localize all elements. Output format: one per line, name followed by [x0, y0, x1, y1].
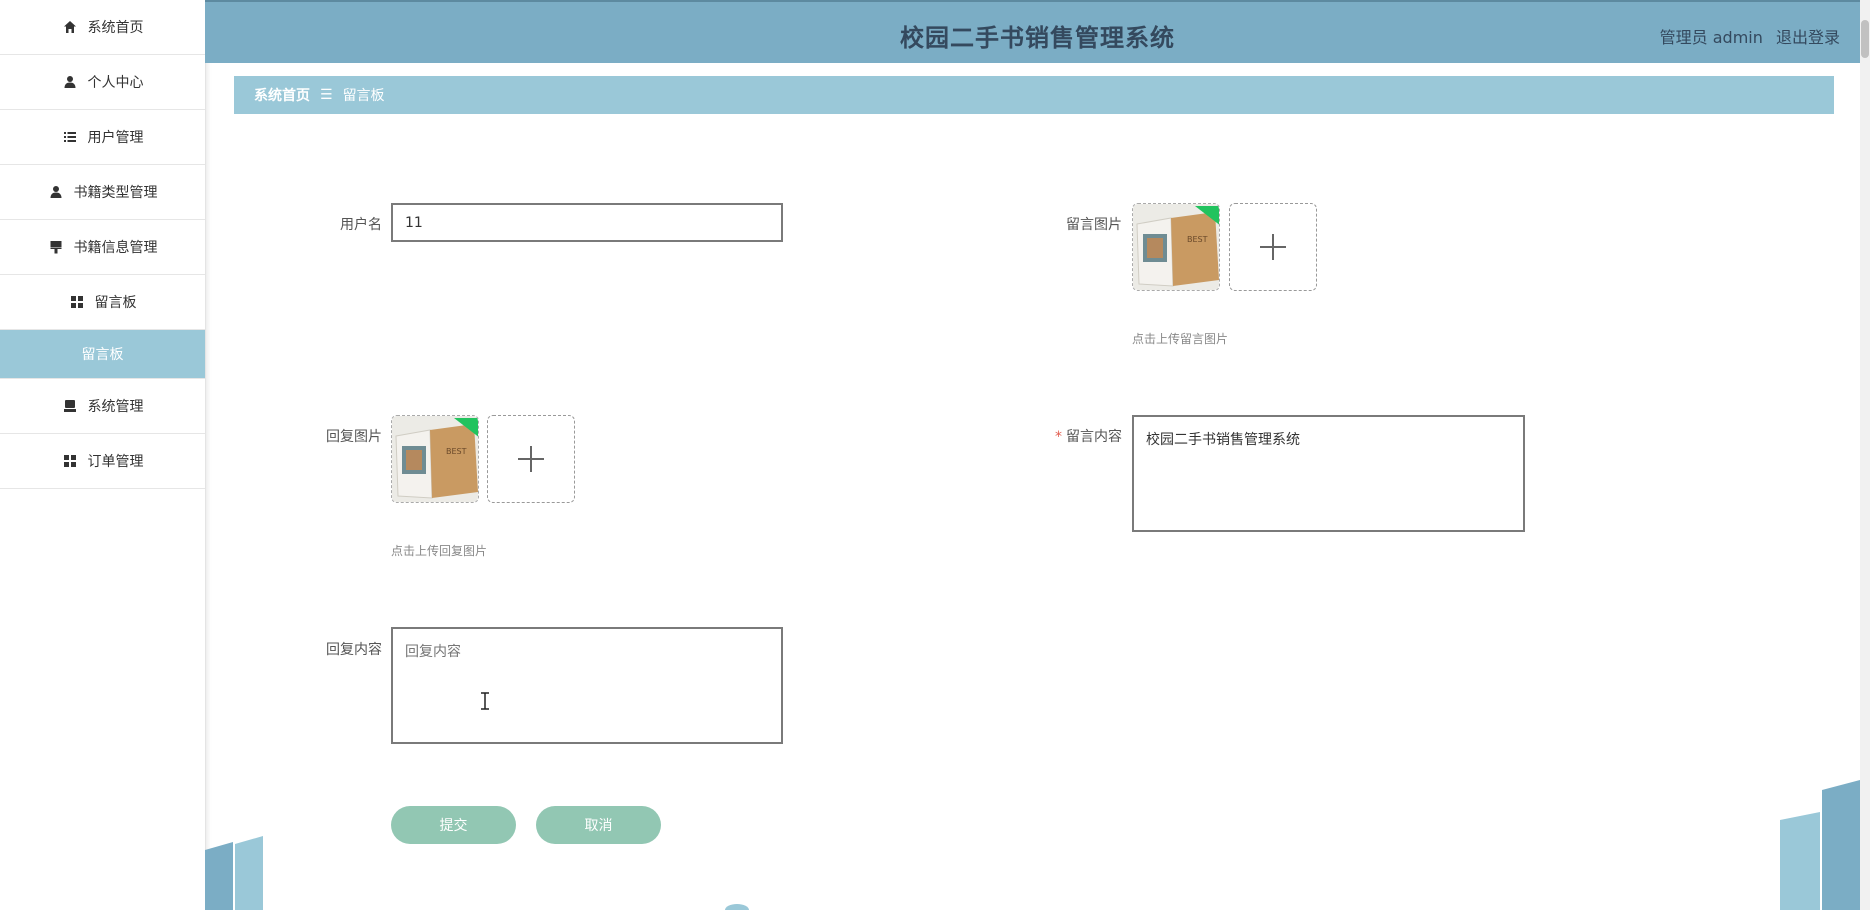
message-content-label-text: 留言内容 — [1066, 429, 1122, 445]
app-title: 校园二手书销售管理系统 — [900, 24, 1175, 52]
decorative-shape-left — [205, 836, 263, 910]
top-header: 校园二手书销售管理系统 管理员 admin 退出登录 — [205, 0, 1870, 63]
printer-icon — [62, 398, 78, 414]
scrollbar-track[interactable] — [1860, 0, 1870, 910]
header-user-area: 管理员 admin 退出登录 — [1652, 24, 1840, 48]
person-icon — [62, 74, 78, 90]
message-image-hint: 点击上传留言图片 — [1132, 332, 1229, 346]
reply-image-hint: 点击上传回复图片 — [391, 544, 488, 558]
message-image-label: 留言图片 — [1066, 217, 1122, 233]
sidebar-item-book-info[interactable]: 书籍信息管理 — [0, 220, 205, 275]
breadcrumb-home[interactable]: 系统首页 — [254, 85, 310, 105]
logout-link[interactable]: 退出登录 — [1776, 28, 1840, 47]
brush-icon — [48, 239, 64, 255]
person-icon — [48, 184, 64, 200]
svg-text:BEST: BEST — [1187, 235, 1208, 244]
sidebar-item-profile[interactable]: 个人中心 — [0, 55, 205, 110]
grid-icon — [69, 294, 85, 310]
text-cursor-icon — [481, 692, 489, 710]
breadcrumb-separator-icon: ☰ — [320, 87, 333, 103]
required-mark: * — [1055, 429, 1062, 445]
decorative-dot — [725, 904, 749, 910]
sidebar-item-book-types[interactable]: 书籍类型管理 — [0, 165, 205, 220]
sidebar-item-orders[interactable]: 订单管理 — [0, 434, 205, 489]
cancel-button[interactable]: 取消 — [536, 806, 661, 844]
sidebar-item-home[interactable]: 系统首页 — [0, 0, 205, 55]
message-content-label: * 留言内容 — [1002, 426, 1122, 446]
sidebar-item-label: 书籍信息管理 — [73, 240, 158, 256]
message-image-thumbnail[interactable]: BEST — [1132, 203, 1220, 291]
breadcrumb: 系统首页 ☰ 留言板 — [234, 76, 1834, 114]
sidebar-item-label: 书籍类型管理 — [73, 185, 158, 201]
plus-icon — [1260, 234, 1286, 260]
svg-text:BEST: BEST — [446, 447, 467, 456]
reply-content-label: 回复内容 — [326, 642, 382, 658]
username-label: 用户名 — [340, 217, 382, 233]
submit-button[interactable]: 提交 — [391, 806, 516, 844]
sidebar-item-message-board[interactable]: 留言板 — [0, 275, 205, 330]
sidebar-item-label: 留言板 — [94, 295, 137, 311]
sidebar-item-system[interactable]: 系统管理 — [0, 379, 205, 434]
decorative-shape-right — [1780, 780, 1860, 910]
plus-icon — [518, 446, 544, 472]
sidebar-subitem-message-board[interactable]: 留言板 — [0, 330, 205, 379]
sidebar-item-users[interactable]: 用户管理 — [0, 110, 205, 165]
user-role-label: 管理员 admin — [1659, 28, 1763, 47]
sidebar-item-label: 用户管理 — [87, 130, 144, 146]
sidebar-item-label: 系统管理 — [87, 399, 144, 415]
sidebar-item-label: 系统首页 — [87, 20, 144, 36]
reply-image-label: 回复图片 — [326, 429, 382, 445]
username-input[interactable] — [391, 203, 783, 242]
reply-image-upload-button[interactable] — [487, 415, 575, 503]
home-icon — [62, 19, 78, 35]
sidebar-item-label: 个人中心 — [87, 75, 144, 91]
book-image-icon: BEST — [1133, 204, 1219, 290]
list-icon — [62, 129, 78, 145]
grid-icon — [62, 453, 78, 469]
message-image-upload-button[interactable] — [1229, 203, 1317, 291]
reply-image-thumbnail[interactable]: BEST — [391, 415, 479, 503]
message-content-textarea[interactable]: 校园二手书销售管理系统 — [1132, 415, 1525, 532]
sidebar: 系统首页 个人中心 用户管理 书籍类型管理 书籍信息管理 留言板 留言板 系统管… — [0, 0, 206, 910]
breadcrumb-current: 留言板 — [342, 88, 385, 104]
sidebar-item-label: 订单管理 — [87, 454, 144, 470]
sidebar-item-label: 留言板 — [81, 347, 124, 363]
reply-content-textarea[interactable] — [391, 627, 783, 744]
book-image-icon: BEST — [392, 416, 478, 502]
scrollbar-thumb[interactable] — [1861, 20, 1869, 58]
